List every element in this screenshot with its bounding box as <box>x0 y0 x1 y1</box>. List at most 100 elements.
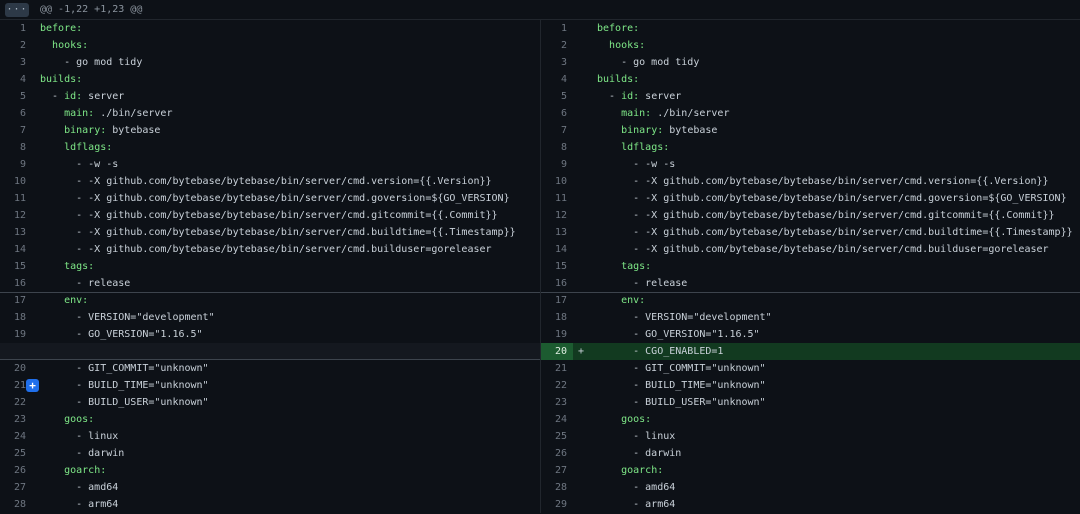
line-number-new[interactable]: 14 <box>541 241 573 258</box>
code-line: - GO_VERSION="1.16.5" <box>32 326 540 343</box>
right-diff-row: 26 - darwin <box>541 445 1080 462</box>
left-diff-row: 1before: <box>0 20 540 37</box>
line-number-new[interactable]: 7 <box>541 122 573 139</box>
line-number-old[interactable]: 17 <box>0 292 32 309</box>
line-number-new[interactable]: 20 <box>541 343 573 360</box>
line-number-old[interactable]: 7 <box>0 122 32 139</box>
line-number-new[interactable]: 24 <box>541 411 573 428</box>
code-line: - -X github.com/bytebase/bytebase/bin/se… <box>32 207 540 224</box>
line-number-new[interactable]: 29 <box>541 496 573 513</box>
line-number-old[interactable]: 11 <box>0 190 32 207</box>
right-diff-row: 2 hooks: <box>541 37 1080 54</box>
code-line: - BUILD_TIME="unknown" <box>589 377 1080 394</box>
code-line: builds: <box>589 71 1080 88</box>
code-line: binary: bytebase <box>589 122 1080 139</box>
line-number-old[interactable]: 2 <box>0 37 32 54</box>
line-number-old[interactable]: 28 <box>0 496 32 513</box>
line-number-new[interactable]: 3 <box>541 54 573 71</box>
line-number-old[interactable]: 24 <box>0 428 32 445</box>
code-token: - -X github.com/bytebase/bytebase/bin/se… <box>597 227 1073 238</box>
line-number-new[interactable]: 19 <box>541 326 573 343</box>
line-number-old[interactable]: 3 <box>0 54 32 71</box>
code-token <box>597 465 621 476</box>
line-number-old[interactable]: 25 <box>0 445 32 462</box>
code-token: - GIT_COMMIT="unknown" <box>40 363 209 374</box>
code-token: - CGO_ENABLED=1 <box>597 346 723 357</box>
line-number-new[interactable]: 23 <box>541 394 573 411</box>
expand-diff-button[interactable]: ··· <box>5 3 29 17</box>
diff-add-marker <box>573 105 589 122</box>
code-token: - -X github.com/bytebase/bytebase/bin/se… <box>597 244 1049 255</box>
line-number-old[interactable]: 10 <box>0 173 32 190</box>
code-line: - linux <box>32 428 540 445</box>
line-number-old[interactable]: 1 <box>0 20 32 37</box>
line-number-new[interactable]: 13 <box>541 224 573 241</box>
left-diff-row: 26 goarch: <box>0 462 540 479</box>
code-line: goarch: <box>32 462 540 479</box>
right-diff-row: 4 builds: <box>541 71 1080 88</box>
line-number-new[interactable]: 16 <box>541 275 573 292</box>
code-token <box>40 40 52 51</box>
line-number-old[interactable]: 26 <box>0 462 32 479</box>
line-number-new[interactable]: 1 <box>541 20 573 37</box>
line-number-new[interactable]: 27 <box>541 462 573 479</box>
left-diff-row: 4builds: <box>0 71 540 88</box>
line-number-new[interactable]: 5 <box>541 88 573 105</box>
line-number-old[interactable]: 12 <box>0 207 32 224</box>
code-token: - <box>40 91 64 102</box>
code-line: goos: <box>32 411 540 428</box>
line-number-old[interactable]: 13 <box>0 224 32 241</box>
right-diff-row: 22 - BUILD_TIME="unknown" <box>541 377 1080 394</box>
add-comment-button[interactable]: + <box>26 379 39 392</box>
code-token: - release <box>597 278 687 289</box>
line-number-old[interactable]: 5 <box>0 88 32 105</box>
line-number-new[interactable]: 26 <box>541 445 573 462</box>
code-line: - release <box>32 275 540 292</box>
line-number-new[interactable]: 21 <box>541 360 573 377</box>
diff-add-marker <box>573 88 589 105</box>
line-number-old[interactable]: 22 <box>0 394 32 411</box>
line-number-old[interactable] <box>0 343 32 360</box>
line-number-old[interactable]: 6 <box>0 105 32 122</box>
line-number-old[interactable]: 16 <box>0 275 32 292</box>
line-number-new[interactable]: 11 <box>541 190 573 207</box>
line-number-new[interactable]: 17 <box>541 292 573 309</box>
code-token: - <box>597 91 621 102</box>
line-number-new[interactable]: 25 <box>541 428 573 445</box>
line-number-new[interactable]: 12 <box>541 207 573 224</box>
line-number-old[interactable]: 15 <box>0 258 32 275</box>
code-token <box>40 125 64 136</box>
line-number-old[interactable]: 18 <box>0 309 32 326</box>
diff-add-marker <box>573 445 589 462</box>
line-number-old[interactable]: 23 <box>0 411 32 428</box>
code-token: - darwin <box>597 448 681 459</box>
line-number-old[interactable]: 4 <box>0 71 32 88</box>
line-number-new[interactable]: 18 <box>541 309 573 326</box>
line-number-new[interactable]: 9 <box>541 156 573 173</box>
line-number-old[interactable]: 19 <box>0 326 32 343</box>
line-number-new[interactable]: 6 <box>541 105 573 122</box>
line-number-old[interactable]: 9 <box>0 156 32 173</box>
code-line: - GIT_COMMIT="unknown" <box>32 360 540 377</box>
line-number-old[interactable]: 8 <box>0 139 32 156</box>
right-diff-row: 10 - -X github.com/bytebase/bytebase/bin… <box>541 173 1080 190</box>
line-number-new[interactable]: 8 <box>541 139 573 156</box>
code-token <box>40 108 64 119</box>
diff-add-marker <box>573 377 589 394</box>
code-token: tags: <box>621 261 651 272</box>
line-number-new[interactable]: 22 <box>541 377 573 394</box>
diff-add-marker <box>573 122 589 139</box>
line-number-new[interactable]: 15 <box>541 258 573 275</box>
line-number-new[interactable]: 2 <box>541 37 573 54</box>
code-token <box>597 295 621 306</box>
line-number-old[interactable]: 14 <box>0 241 32 258</box>
line-number-new[interactable]: 10 <box>541 173 573 190</box>
line-number-new[interactable]: 4 <box>541 71 573 88</box>
line-number-old[interactable]: 27 <box>0 479 32 496</box>
line-number-old[interactable]: 20 <box>0 360 32 377</box>
line-number-new[interactable]: 28 <box>541 479 573 496</box>
diff-add-marker <box>573 292 589 309</box>
diff-add-marker <box>573 156 589 173</box>
code-token: - -X github.com/bytebase/bytebase/bin/se… <box>597 193 1067 204</box>
code-line: - -X github.com/bytebase/bytebase/bin/se… <box>589 241 1080 258</box>
